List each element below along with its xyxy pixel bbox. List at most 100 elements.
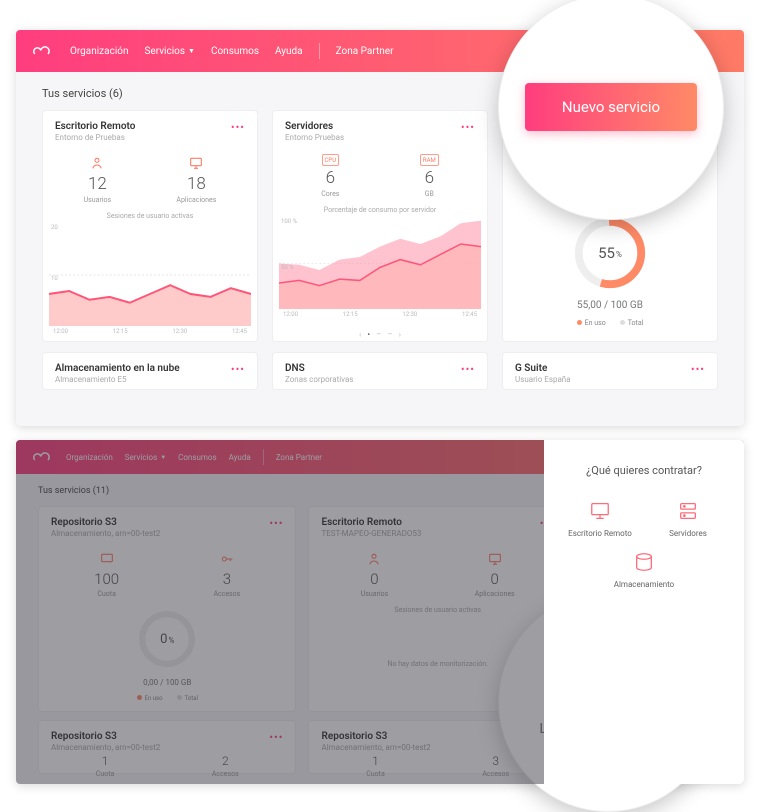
card-title: Repositorio S3 [51,731,160,742]
stat-label: Usuarios [84,196,112,204]
card-menu-icon[interactable]: ••• [231,363,245,376]
card-subtitle: Entorno Pruebas [285,133,344,142]
option-servidores[interactable]: Servidores [648,499,728,538]
card-dns[interactable]: DNS Zonas corporativas ••• [272,352,488,390]
stat-label: Accesos [482,770,509,778]
pager-dash[interactable]: – [387,330,392,339]
stat-value: 2 [222,754,229,768]
card-servidores[interactable]: Servidores Entorno Pruebas ••• CPU 6 Cor… [272,110,488,342]
servers-chart: 100 % 50 % [279,218,481,309]
card-title: Escritorio Remoto [321,517,421,528]
card-subtitle: Usuario España [515,375,571,384]
callout-nuevo-servicio: Nuevo servicio [498,0,724,220]
new-service-side-panel: ¿Qué quieres contratar? Escritorio Remot… [544,440,744,784]
option-escritorio-remoto[interactable]: Escritorio Remoto [560,499,640,538]
card-menu-icon[interactable]: ••• [269,731,283,744]
section-title: Tus servicios (11) [38,486,109,496]
donut-value: 0 [160,632,167,647]
card-menu-icon[interactable]: ••• [461,363,475,376]
pager-dot[interactable]: • [367,330,370,339]
nav-servicios-label: Servicios [144,46,185,57]
usage-donut: 55 % [571,214,649,292]
stat-value: 6 [326,168,335,188]
cpu-icon: CPU [322,154,340,166]
card-almacenamiento[interactable]: Almacenamiento en la nube Almacenamiento… [42,352,258,390]
axis-label: 50 % [281,264,294,271]
time-tick: 12:45 [462,311,477,318]
stat-label: Accesos [213,590,240,598]
card-subtitle: Zonas corporativas [285,375,353,384]
card-repositorio-s3[interactable]: Repositorio S3 Almacenamiento, arn=00-te… [38,506,296,712]
time-tick: 12:15 [113,328,128,335]
option-label: Almacenamiento [614,580,674,589]
stat-label: Cuota [366,770,385,778]
stat-label: Aplicaciones [475,590,515,598]
card-subtitle: Almacenamiento, arn=00-test2 [51,529,160,538]
nav-zona-partner[interactable]: Zona Partner [276,453,322,462]
chevron-down-icon: ▼ [160,454,166,461]
card-menu-icon[interactable]: ••• [269,517,283,530]
stat-value: 0 [491,570,499,588]
donut-unit: % [616,250,622,259]
card-gsuite[interactable]: G Suite Usuario España ••• [502,352,718,390]
time-tick: 12:00 [283,311,298,318]
nav-consumos[interactable]: Consumos [178,453,216,462]
card-title: Repositorio S3 [51,517,160,528]
stat-label: Cores [321,190,339,198]
user-icon [365,550,383,568]
user-icon [88,154,106,172]
logo-icon [30,450,54,464]
monitor-icon [588,499,612,523]
card-subtitle: Entorno de Pruebas [55,133,135,142]
time-tick: 12:15 [343,311,358,318]
usage-donut: 0 % [136,608,198,670]
stat-label: Usuarios [361,590,389,598]
ram-icon: RAM [420,154,439,166]
card-menu-icon[interactable]: ••• [691,363,705,376]
card-title: Servidores [285,121,344,132]
nav-organizacion[interactable]: Organización [70,46,128,57]
pager-prev-icon[interactable]: ‹ [359,330,361,339]
card-subtitle: TEST-MAPEO-GENERADO53 [321,529,421,538]
time-tick: 12:45 [232,328,247,335]
card-title: DNS [285,363,353,374]
nav-consumos[interactable]: Consumos [211,46,259,57]
time-tick: 12:30 [402,311,417,318]
nav-servicios[interactable]: Servicios ▼ [125,453,166,462]
sessions-chart: 20 10 [49,224,251,326]
card-title: Almacenamiento en la nube [55,363,180,374]
side-panel-title: ¿Qué quieres contratar? [558,464,730,477]
nav-ayuda[interactable]: Ayuda [229,453,251,462]
card-menu-icon[interactable]: ••• [231,121,245,134]
stat-value: 3 [223,570,231,588]
option-almacenamiento[interactable]: Almacenamiento [604,550,684,589]
nav-organizacion[interactable]: Organización [66,453,113,462]
legend-item: Total [620,319,644,327]
nuevo-servicio-button[interactable]: Nuevo servicio [525,83,697,131]
legend-item: En uso [577,319,606,327]
stat-label: Aplicaciones [176,196,216,204]
card-escritorio-remoto[interactable]: Escritorio Remoto Entorno de Pruebas •••… [42,110,258,342]
pager-dash[interactable]: – [376,330,381,339]
stat-value: 3 [492,754,499,768]
key-icon [218,550,236,568]
card-title: Escritorio Remoto [55,121,135,132]
option-label: Escritorio Remoto [568,529,632,538]
card-repositorio-s3[interactable]: Repositorio S3 Almacenamiento, arn=00-te… [38,720,296,774]
card-title: Repositorio S3 [321,731,430,742]
stat-value: 6 [425,168,434,188]
pager-next-icon[interactable]: › [399,330,401,339]
nav-ayuda[interactable]: Ayuda [275,46,303,57]
stat-label: Cuota [96,770,115,778]
nav-servicios[interactable]: Servicios ▼ [144,46,194,57]
cards-row-2: Almacenamiento en la nube Almacenamiento… [16,342,744,390]
axis-label: 100 % [281,218,297,225]
usage-text: 55,00 / 100 GB [503,300,717,311]
option-label: Servidores [669,529,707,538]
monitor-icon [187,154,205,172]
stat-label: Accesos [212,770,239,778]
card-menu-icon[interactable]: ••• [461,121,475,134]
time-tick: 12:30 [172,328,187,335]
card-title: G Suite [515,363,571,374]
nav-zona-partner[interactable]: Zona Partner [336,46,394,57]
